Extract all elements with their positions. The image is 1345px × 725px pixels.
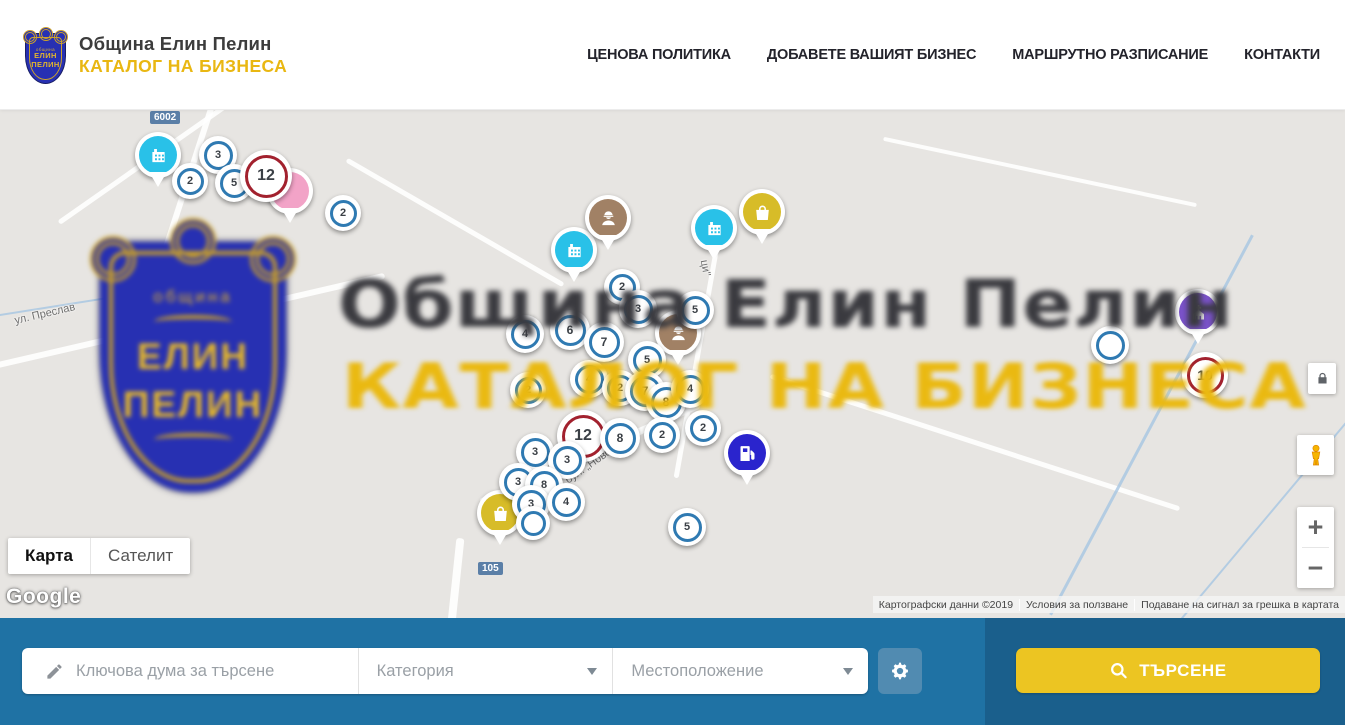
cluster-count: 5 — [681, 296, 710, 325]
map-type-control: Карта Сателит — [8, 538, 190, 574]
municipality-logo: община ЕЛИН ПЕЛИН — [22, 26, 69, 84]
cluster-marker[interactable]: 4 — [547, 483, 585, 521]
location-dropdown-value: Местоположение — [631, 662, 763, 681]
pencil-icon — [45, 662, 64, 681]
cluster-marker[interactable]: 2 — [644, 417, 680, 453]
cluster-count: 2 — [690, 415, 717, 442]
search-fields-bar: Категория Местоположение — [22, 648, 868, 694]
cluster-count: 12 — [245, 155, 288, 198]
map-type-satellite-button[interactable]: Сателит — [90, 538, 190, 574]
nav-add-your-business[interactable]: ДОБАВЕТЕ ВАШИЯТ БИЗНЕС — [767, 47, 976, 63]
cluster-count: 3 — [624, 295, 653, 324]
zoom-control: + − — [1297, 507, 1334, 588]
map-attribution: Картографски данни ©2019 Условия за полз… — [873, 596, 1345, 613]
cluster-marker[interactable]: 12 — [240, 150, 292, 202]
shopping-bag-icon — [743, 193, 781, 231]
cluster-marker[interactable]: 2 — [510, 372, 546, 408]
cluster-marker[interactable]: 10 — [1182, 352, 1228, 398]
cluster-marker[interactable]: 4 — [506, 315, 544, 353]
cluster-marker[interactable] — [1091, 326, 1129, 364]
cluster-marker[interactable]: 5 — [668, 508, 706, 546]
search-icon — [1109, 661, 1128, 680]
keyword-field — [22, 648, 358, 694]
report-map-error-link[interactable]: Подаване на сигнал за грешка в картата — [1134, 599, 1345, 611]
chevron-down-icon — [843, 668, 853, 680]
factory-icon — [695, 209, 733, 247]
cluster-count: 10 — [1187, 357, 1224, 394]
cluster-count: 2 — [515, 377, 542, 404]
category-dropdown[interactable]: Категория — [359, 648, 613, 694]
worker-icon — [589, 199, 627, 237]
terms-of-use-link[interactable]: Условия за ползване — [1019, 599, 1134, 611]
lock-button[interactable] — [1308, 363, 1336, 394]
advanced-search-button[interactable] — [878, 648, 922, 694]
fuel-pin[interactable] — [724, 430, 770, 476]
site-title: Община Елин Пелин — [79, 33, 287, 55]
cluster-count: 5 — [673, 513, 702, 542]
church-icon — [1179, 293, 1217, 331]
cluster-marker[interactable]: 2 — [685, 410, 721, 446]
markers-layer: 325122235467524278421282333834510 — [0, 110, 1345, 618]
main-nav: ЦЕНОВА ПОЛИТИКА ДОБАВЕТЕ ВАШИЯТ БИЗНЕС М… — [587, 47, 1320, 63]
cluster-count: 6 — [555, 315, 586, 346]
factory-pin[interactable] — [551, 227, 597, 273]
nav-pricing-policy[interactable]: ЦЕНОВА ПОЛИТИКА — [587, 47, 731, 63]
search-panel: Категория Местоположение ТЪРСЕНЕ — [0, 618, 1345, 725]
church-pin[interactable] — [1175, 289, 1221, 335]
factory-icon — [555, 231, 593, 269]
site-subtitle: КАТАЛОГ НА БИЗНЕСА — [79, 56, 287, 77]
zoom-out-button[interactable]: − — [1297, 548, 1334, 588]
category-dropdown-value: Категория — [377, 662, 454, 681]
cluster-marker[interactable]: 8 — [600, 418, 640, 458]
crest-name-2: ПЕЛИН — [31, 61, 59, 70]
cluster-count: 4 — [676, 375, 705, 404]
chevron-down-icon — [587, 668, 597, 680]
nav-contacts[interactable]: КОНТАКТИ — [1244, 47, 1320, 63]
cluster-count: 8 — [605, 423, 636, 454]
cluster-count: 2 — [330, 200, 357, 227]
cluster-marker[interactable]: 3 — [619, 290, 657, 328]
app: община ЕЛИН ПЕЛИН Община Елин Пелин КАТА… — [0, 0, 1345, 725]
search-button-label: ТЪРСЕНЕ — [1139, 661, 1227, 681]
factory-icon — [139, 136, 177, 174]
cluster-count: 4 — [511, 320, 540, 349]
keyword-search-input[interactable] — [76, 662, 358, 681]
cluster-count: 4 — [552, 488, 581, 517]
attribution-copyright: Картографски данни ©2019 — [873, 599, 1019, 611]
cluster-marker[interactable]: 2 — [325, 195, 361, 231]
nav-route-schedule[interactable]: МАРШРУТНО РАЗПИСАНИЕ — [1012, 47, 1208, 63]
search-button[interactable]: ТЪРСЕНЕ — [1016, 648, 1320, 693]
cluster-count — [1096, 331, 1125, 360]
map-type-map-button[interactable]: Карта — [8, 538, 90, 574]
worker-pin[interactable] — [585, 195, 631, 241]
cluster-marker[interactable]: 2 — [172, 163, 208, 199]
cluster-count: 4 — [575, 365, 604, 394]
cluster-marker[interactable]: 7 — [584, 322, 624, 362]
gear-icon — [890, 661, 910, 681]
location-dropdown[interactable]: Местоположение — [613, 648, 868, 694]
pegman-icon — [1304, 442, 1328, 468]
cluster-marker[interactable]: 4 — [671, 370, 709, 408]
cluster-count: 3 — [521, 438, 550, 467]
fuel-icon — [728, 434, 766, 472]
zoom-in-button[interactable]: + — [1297, 507, 1334, 547]
header: община ЕЛИН ПЕЛИН Община Елин Пелин КАТА… — [0, 0, 1345, 110]
cluster-count: 2 — [649, 422, 676, 449]
shopping-bag-pin[interactable] — [739, 189, 785, 235]
lock-icon — [1315, 371, 1330, 386]
map-canvas[interactable]: 6002105ул. Преславбул. „Новоселци" 32512… — [0, 110, 1345, 618]
cluster-count — [521, 511, 546, 536]
cluster-marker[interactable]: 5 — [676, 291, 714, 329]
brand[interactable]: община ЕЛИН ПЕЛИН Община Елин Пелин КАТА… — [22, 26, 287, 84]
cluster-marker[interactable] — [516, 506, 550, 540]
cluster-count: 7 — [589, 327, 620, 358]
google-logo[interactable]: Google — [6, 585, 81, 609]
factory-pin[interactable] — [691, 205, 737, 251]
street-view-pegman-button[interactable] — [1297, 435, 1334, 475]
cluster-count: 2 — [177, 168, 204, 195]
